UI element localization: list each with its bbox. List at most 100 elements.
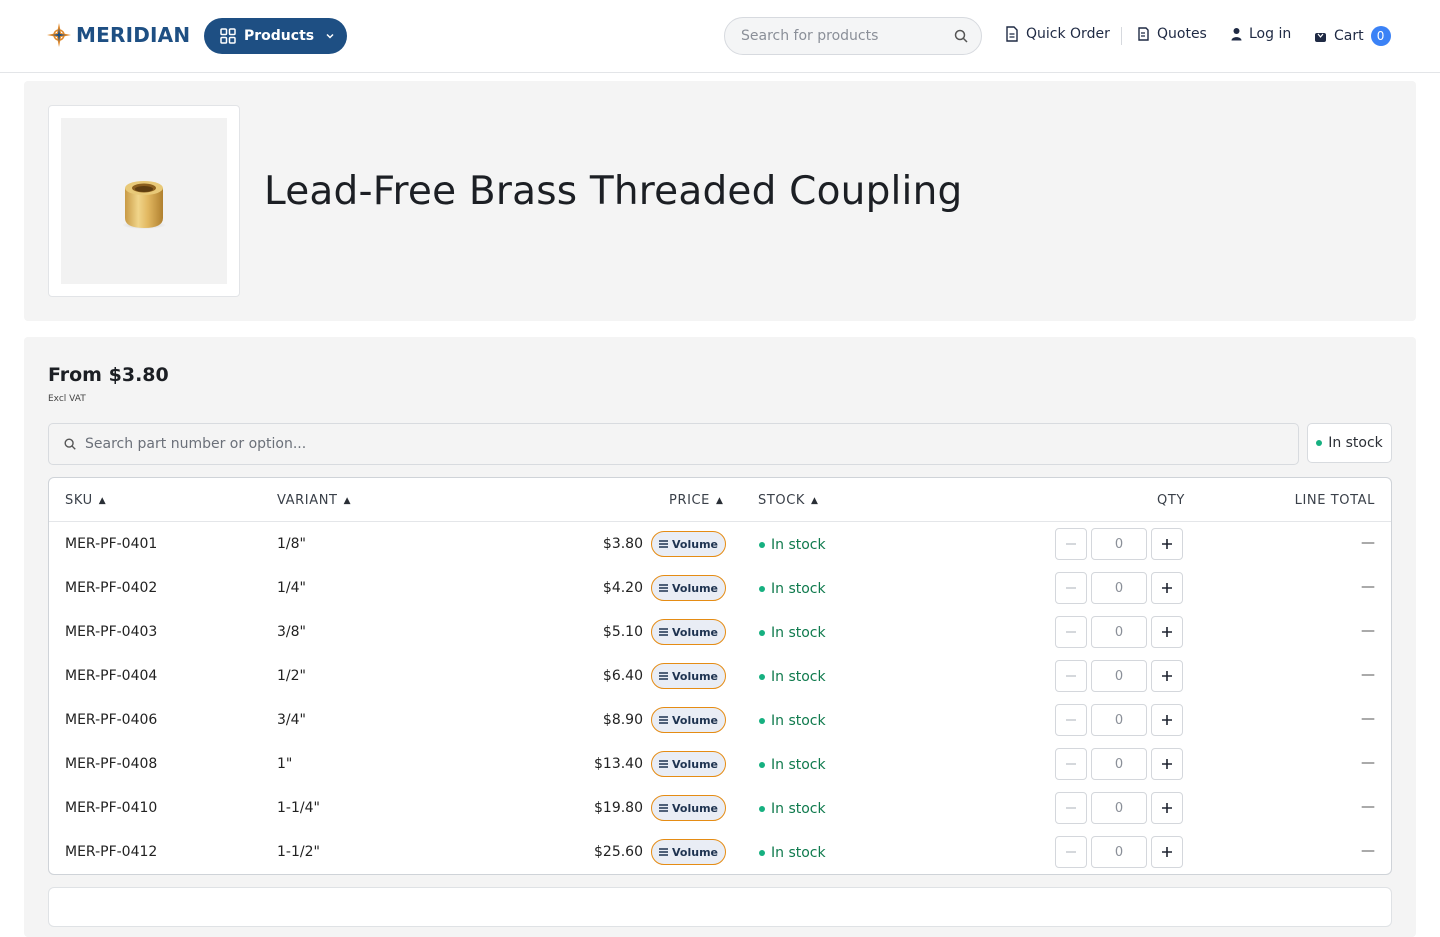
quotes-link[interactable]: Quotes: [1137, 26, 1207, 42]
increase-qty-button[interactable]: [1151, 660, 1183, 692]
in-stock-filter-label: In stock: [1328, 435, 1383, 451]
decrease-qty-button[interactable]: [1055, 660, 1087, 692]
price-column-header[interactable]: PRICE ▲: [669, 493, 724, 508]
volume-pricing-badge[interactable]: Volume: [651, 663, 726, 689]
quote-icon: [1138, 27, 1149, 41]
volume-label: Volume: [672, 757, 718, 771]
product-image-frame[interactable]: [48, 105, 240, 297]
volume-label: Volume: [672, 713, 718, 727]
sort-asc-icon: ▲: [716, 495, 724, 506]
product-title: Lead-Free Brass Threaded Coupling: [264, 169, 963, 214]
qty-input[interactable]: [1091, 748, 1147, 780]
variant-cell: 1": [277, 756, 293, 772]
stock-status-dot: [759, 542, 765, 548]
volume-pricing-badge[interactable]: Volume: [651, 707, 726, 733]
stock-status: In stock: [759, 845, 826, 861]
variant-search-input[interactable]: [85, 436, 1235, 452]
line-total-header-label: LINE TOTAL: [1294, 493, 1375, 508]
price-cell: $6.40: [602, 668, 643, 684]
stock-status: In stock: [759, 801, 826, 817]
decrease-qty-button[interactable]: [1055, 748, 1087, 780]
variant-panel: From $3.80 Excl VAT In stock SKU ▲ VARIA…: [24, 337, 1416, 937]
volume-pricing-badge[interactable]: Volume: [651, 839, 726, 865]
decrease-qty-button[interactable]: [1055, 704, 1087, 736]
user-icon: [1231, 28, 1242, 41]
list-icon: [659, 848, 668, 856]
table-body: MER-PF-0401 1/8" $3.80 Volume In stock —…: [49, 522, 1391, 874]
sku-column-header[interactable]: SKU ▲: [65, 493, 106, 508]
list-icon: [659, 584, 668, 592]
volume-pricing-badge[interactable]: Volume: [651, 751, 726, 777]
price-header-label: PRICE: [669, 493, 710, 508]
in-stock-filter-toggle[interactable]: In stock: [1307, 423, 1392, 463]
stock-header-label: STOCK: [758, 493, 806, 508]
plus-icon: [1162, 671, 1172, 681]
variant-cell: 1/8": [277, 536, 306, 552]
decrease-qty-button[interactable]: [1055, 616, 1087, 648]
stock-column-header[interactable]: STOCK ▲: [758, 493, 819, 508]
product-search-input[interactable]: [741, 28, 941, 44]
nav-divider: [1121, 27, 1122, 45]
line-total-column-header: LINE TOTAL: [1295, 493, 1375, 508]
chevron-down-icon: [326, 33, 334, 39]
sku-cell: MER-PF-0408: [65, 756, 158, 772]
volume-pricing-badge[interactable]: Volume: [651, 795, 726, 821]
search-icon: [64, 438, 76, 450]
qty-input[interactable]: [1091, 704, 1147, 736]
volume-label: Volume: [672, 581, 718, 595]
quick-order-link[interactable]: Quick Order: [1005, 26, 1110, 42]
volume-label: Volume: [672, 669, 718, 683]
volume-pricing-badge[interactable]: Volume: [651, 619, 726, 645]
minus-icon: [1066, 543, 1076, 545]
increase-qty-button[interactable]: [1151, 748, 1183, 780]
increase-qty-button[interactable]: [1151, 836, 1183, 868]
stock-status-dot: [1316, 440, 1323, 446]
increase-qty-button[interactable]: [1151, 792, 1183, 824]
price-cell: $8.90: [602, 712, 643, 728]
cart-link[interactable]: Cart 0: [1314, 26, 1391, 46]
sku-cell: MER-PF-0402: [65, 580, 158, 596]
plus-icon: [1162, 847, 1172, 857]
qty-input[interactable]: [1091, 616, 1147, 648]
search-icon[interactable]: [953, 28, 969, 44]
decrease-qty-button[interactable]: [1055, 836, 1087, 868]
line-total-cell: —: [1361, 579, 1375, 595]
decrease-qty-button[interactable]: [1055, 572, 1087, 604]
qty-input[interactable]: [1091, 660, 1147, 692]
products-menu-button[interactable]: Products: [204, 18, 347, 54]
qty-input[interactable]: [1091, 572, 1147, 604]
line-total-cell: —: [1361, 667, 1375, 683]
stock-status: In stock: [759, 757, 826, 773]
top-header: MERIDIAN Products Quick Order: [0, 0, 1440, 73]
table-row: MER-PF-0401 1/8" $3.80 Volume In stock —: [49, 522, 1391, 566]
price-from: From $3.80: [48, 364, 169, 386]
volume-pricing-badge[interactable]: Volume: [651, 575, 726, 601]
sort-asc-icon: ▲: [811, 495, 819, 506]
qty-input[interactable]: [1091, 792, 1147, 824]
login-label: Log in: [1249, 26, 1292, 42]
decrease-qty-button[interactable]: [1055, 792, 1087, 824]
minus-icon: [1066, 719, 1076, 721]
price-from-label: From: [48, 364, 102, 386]
qty-header-label: QTY: [1157, 493, 1185, 508]
volume-pricing-badge[interactable]: Volume: [651, 531, 726, 557]
line-total-cell: —: [1361, 535, 1375, 551]
sort-asc-icon: ▲: [98, 495, 107, 506]
increase-qty-button[interactable]: [1151, 572, 1183, 604]
increase-qty-button[interactable]: [1151, 704, 1183, 736]
list-icon: [659, 540, 668, 548]
plus-icon: [1162, 715, 1172, 725]
login-link[interactable]: Log in: [1231, 26, 1291, 42]
sku-cell: MER-PF-0403: [65, 624, 158, 640]
brass-coupling-image: [122, 181, 166, 229]
price-from-value: $3.80: [108, 364, 169, 386]
qty-input[interactable]: [1091, 528, 1147, 560]
increase-qty-button[interactable]: [1151, 528, 1183, 560]
variant-cell: 1/2": [277, 668, 306, 684]
brand-logo[interactable]: MERIDIAN: [46, 22, 190, 48]
line-total-cell: —: [1361, 799, 1375, 815]
decrease-qty-button[interactable]: [1055, 528, 1087, 560]
qty-input[interactable]: [1091, 836, 1147, 868]
variant-column-header[interactable]: VARIANT ▲: [277, 493, 351, 508]
increase-qty-button[interactable]: [1151, 616, 1183, 648]
